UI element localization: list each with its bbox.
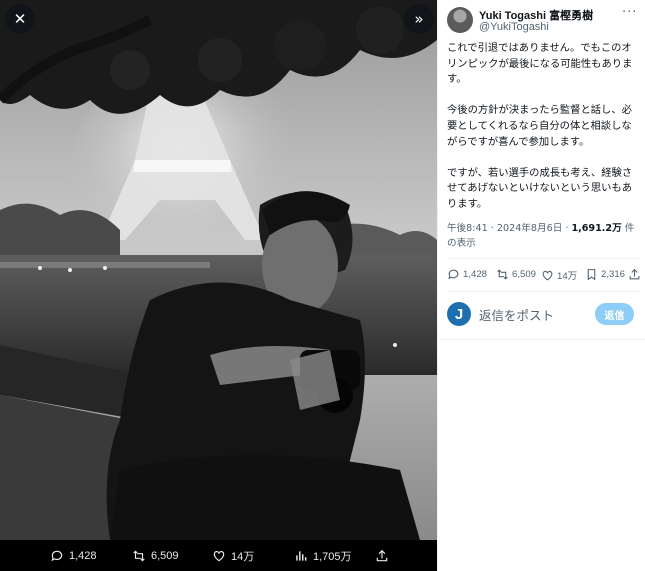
post-text: これで引退ではありません。でもこのオリンピックが最後になる可能性もあります。 今… [447,41,642,228]
media-like-button[interactable]: 14万 [212,540,254,571]
post-view-count: 1,691.2万 [571,223,622,234]
reply-button[interactable]: 1,428 [447,268,487,281]
media-viewer: ✕ » 1,428 6,509 14万 1,705万 [0,0,437,571]
expand-icon: » [414,10,424,28]
like-button[interactable]: 14万 [541,268,577,282]
post-paragraph: ですが、若い選手の成長も考え、経験させてあげないといけないという思いもあります。 [447,166,633,210]
expand-button[interactable]: » [404,4,434,34]
media-repost-button[interactable]: 6,509 [132,540,179,571]
media-action-bar: 1,428 6,509 14万 1,705万 [0,540,437,571]
close-button[interactable]: ✕ [5,4,35,34]
repost-icon [133,550,145,561]
reply-icon [51,550,63,561]
share-icon [376,549,388,561]
repost-button[interactable]: 6,509 [496,268,536,281]
media-views-count: 1,705万 [313,550,352,563]
media-share-button[interactable] [375,540,389,571]
post-paragraph: 今後の方針が決まったら監督と話し、必要としてくれるなら自分の体と相談しながらです… [447,104,632,148]
media-reply-button[interactable]: 1,428 [50,540,97,571]
post-timestamp[interactable]: 午後8:41 · 2024年8月6日 · [447,223,571,234]
views-icon [296,550,307,561]
divider [438,339,645,340]
close-icon: ✕ [13,10,27,28]
bookmark-button[interactable]: 2,316 [585,268,625,281]
like-count: 14万 [557,271,578,282]
repost-icon [497,269,508,280]
reply-icon [448,269,459,280]
share-button[interactable] [628,268,641,281]
author-handle[interactable]: @YukiTogashi [479,21,549,33]
post-actions: 1,428 6,509 14万 2,316 [447,266,642,286]
post-detail-panel: Yuki Togashi 富樫勇樹 @YukiTogashi ··· これで引退… [437,0,645,571]
reply-input[interactable]: 返信をポスト [479,305,554,324]
author-avatar[interactable] [447,7,473,33]
post-photo[interactable] [0,0,437,540]
more-icon[interactable]: ··· [622,5,637,20]
like-icon [213,550,225,561]
divider [447,258,640,259]
media-reply-count: 1,428 [69,549,97,562]
repost-count: 6,509 [512,269,537,280]
bookmark-icon [587,269,596,281]
post-meta: 午後8:41 · 2024年8月6日 · 1,691.2万 件の表示 [447,221,642,251]
divider [447,291,640,292]
like-icon [542,270,553,280]
reply-count: 1,428 [463,269,488,280]
share-icon [629,268,640,280]
media-like-count: 14万 [231,550,255,563]
media-views-button[interactable]: 1,705万 [294,540,352,571]
media-repost-count: 6,509 [151,549,179,562]
bookmark-count: 2,316 [601,269,626,280]
post-paragraph: これで引退ではありません。でもこのオリンピックが最後になる可能性もあります。 [447,42,633,86]
reply-submit-button[interactable]: 返信 [595,303,634,325]
viewer-avatar: J [447,302,471,326]
